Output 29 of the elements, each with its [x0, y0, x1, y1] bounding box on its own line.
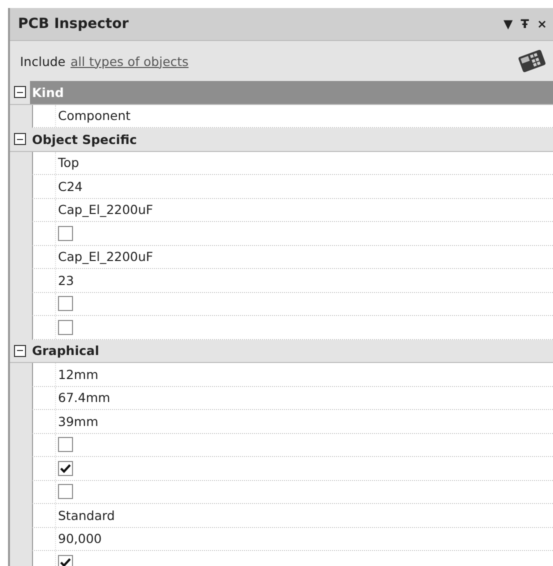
panel-title: PCB Inspector	[18, 16, 130, 32]
dropdown-button[interactable]: ▼	[504, 17, 513, 31]
property-value: Cap_El_2200uF	[58, 202, 154, 218]
property-value: 12mm	[58, 366, 98, 382]
property-value: Component	[58, 108, 131, 124]
collapse-toggle[interactable]	[14, 133, 26, 146]
close-button[interactable]: ×	[536, 17, 547, 31]
property-value: 90,000	[58, 531, 102, 546]
property-value: 23	[58, 272, 74, 288]
property-value: Top	[58, 155, 80, 170]
checkbox[interactable]	[58, 484, 73, 500]
checkbox[interactable]	[58, 460, 73, 476]
checkbox[interactable]	[58, 296, 73, 312]
property-value: Cap_El_2200uF	[58, 249, 154, 264]
checkbox[interactable]	[58, 554, 73, 566]
collapse-toggle[interactable]	[14, 344, 26, 357]
property-value: 67.4mm	[58, 390, 110, 406]
property-value: C24	[58, 178, 83, 194]
checkbox[interactable]	[58, 226, 73, 241]
property-value: Standard	[58, 508, 115, 523]
section-header[interactable]: Object Specific	[30, 128, 553, 150]
include-label: Include	[20, 54, 66, 68]
checkbox[interactable]	[58, 437, 73, 452]
collapse-toggle[interactable]	[14, 86, 26, 98]
pin-button[interactable]: Ŧ	[520, 17, 529, 31]
object-types-link[interactable]: all types of objects	[70, 54, 189, 68]
checkbox[interactable]	[58, 320, 73, 335]
property-value: 39mm	[58, 414, 98, 429]
section-header[interactable]: Graphical	[30, 340, 553, 362]
